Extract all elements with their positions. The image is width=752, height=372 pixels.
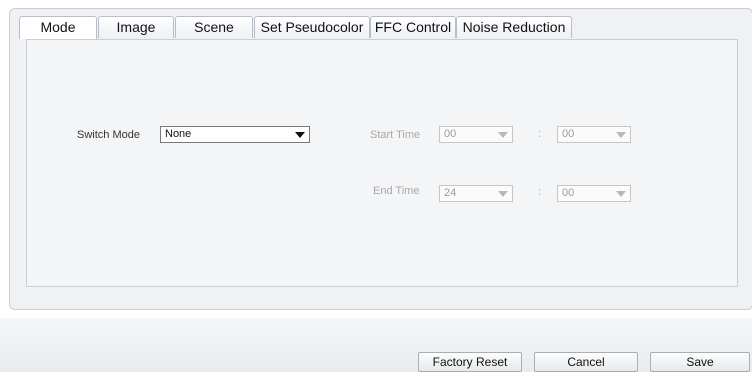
start-hour-value: 00 <box>444 128 457 140</box>
start-minute-select[interactable]: 00 <box>557 126 631 143</box>
start-minute-value: 00 <box>562 128 575 140</box>
tab-ffc-control[interactable]: FFC Control <box>370 16 456 38</box>
end-minute-select[interactable]: 00 <box>557 185 631 202</box>
triangle-down-icon <box>498 191 508 197</box>
switch-mode-select[interactable]: None <box>160 126 310 143</box>
cancel-button[interactable]: Cancel <box>534 352 638 372</box>
tab-image[interactable]: Image <box>98 16 174 38</box>
end-time-label: End Time <box>373 185 420 197</box>
factory-reset-button[interactable]: Factory Reset <box>418 352 522 372</box>
start-hour-select[interactable]: 00 <box>439 126 513 143</box>
footer-bar <box>0 318 752 372</box>
mode-content: Switch Mode None Start Time 00 : 00 End … <box>26 39 738 287</box>
tab-noise-reduction[interactable]: Noise Reduction <box>456 16 572 38</box>
end-time-separator: : <box>538 186 542 198</box>
save-button[interactable]: Save <box>650 352 750 372</box>
triangle-down-icon <box>498 132 508 138</box>
switch-mode-label: Switch Mode <box>77 129 140 141</box>
triangle-down-icon <box>616 132 626 138</box>
end-minute-value: 00 <box>562 187 575 199</box>
end-hour-value: 24 <box>444 187 457 199</box>
switch-mode-value: None <box>165 128 192 140</box>
start-time-label: Start Time <box>370 129 421 141</box>
tab-mode[interactable]: Mode <box>19 16 97 39</box>
triangle-down-icon <box>616 191 626 197</box>
start-time-separator: : <box>538 128 542 140</box>
tab-scene[interactable]: Scene <box>175 16 253 38</box>
end-hour-select[interactable]: 24 <box>439 185 513 202</box>
tab-set-pseudocolor[interactable]: Set Pseudocolor <box>254 16 370 38</box>
triangle-down-icon <box>295 132 305 138</box>
